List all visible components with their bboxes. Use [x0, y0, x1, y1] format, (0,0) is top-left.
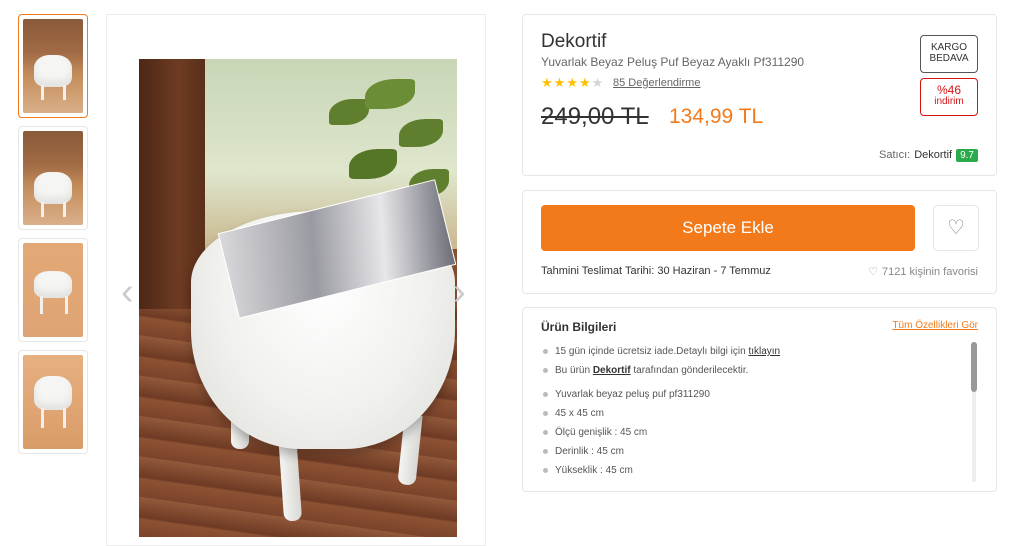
badge-line: BEDAVA — [929, 53, 969, 64]
product-header-card: Dekortif Yuvarlak Beyaz Peluş Puf Beyaz … — [522, 14, 997, 176]
purchase-card: Sepete Ekle ♡ Tahmini Teslimat Tarihi: 3… — [522, 190, 997, 294]
old-price: 249,00 TL — [541, 103, 649, 130]
rating-stars: ★★★★★ — [541, 75, 604, 91]
seller-brand-link[interactable]: Dekortif — [593, 365, 631, 376]
thumbnail-image — [23, 131, 83, 225]
seller-label: Satıcı: — [879, 149, 911, 161]
seller-info: Satıcı: Dekortif 9.7 — [879, 149, 978, 162]
list-item: Ölçü genişlik : 45 cm — [541, 423, 961, 442]
reviews-link[interactable]: 85 Değerlendirme — [613, 77, 700, 89]
heart-icon: ♡ — [947, 217, 965, 239]
return-text: 15 gün içinde ücretsiz iade.Detaylı bilg… — [555, 346, 749, 357]
seller-text: Bu ürün — [555, 365, 593, 376]
discount-label: indirim — [934, 96, 964, 107]
thumbnail-2[interactable] — [18, 126, 88, 230]
product-main-image — [139, 59, 457, 537]
star-icon: ★ — [553, 75, 567, 90]
discount-badge: %46 indirim — [920, 78, 978, 116]
list-item: Derinlik : 45 cm — [541, 442, 961, 461]
free-shipping-badge: KARGO BEDAVA — [920, 35, 978, 73]
star-icon: ★ — [566, 75, 579, 90]
thumbnail-image — [23, 355, 83, 449]
thumbnail-4[interactable] — [18, 350, 88, 454]
favorite-count: ♡ 7121 kişinin favorisi — [868, 265, 978, 278]
discount-percent: %46 — [936, 83, 962, 97]
thumbnail-1[interactable] — [18, 14, 88, 118]
seller-name[interactable]: Dekortif — [914, 149, 952, 161]
thumbnail-image — [23, 243, 83, 337]
all-features-link[interactable]: Tüm Özellikleri Gör — [892, 320, 978, 331]
prev-image-arrow[interactable]: ‹ — [121, 273, 134, 311]
info-title: Ürün Bilgileri — [541, 320, 617, 334]
list-item: Yuvarlak beyaz peluş puf pf311290 — [541, 385, 961, 404]
thumbnail-image — [23, 19, 83, 113]
seller-score-badge: 9.7 — [956, 149, 978, 162]
new-price: 134,99 TL — [669, 105, 764, 128]
star-icon: ★ — [578, 75, 592, 90]
star-icon: ★ — [591, 75, 605, 90]
next-image-arrow[interactable]: › — [453, 273, 466, 311]
badge-line: KARGO — [930, 42, 968, 53]
list-item: 15 gün içinde ücretsiz iade.Detaylı bilg… — [541, 342, 961, 361]
list-item: Yükseklik : 45 cm — [541, 461, 961, 480]
list-item: Bu ürün Dekortif tarafından gönderilecek… — [541, 361, 961, 380]
list-item: 45 x 45 cm — [541, 404, 961, 423]
favorite-button[interactable]: ♡ — [933, 205, 979, 251]
thumbnail-list — [18, 14, 90, 462]
heart-icon: ♡ — [868, 266, 878, 278]
add-to-cart-button[interactable]: Sepete Ekle — [541, 205, 915, 251]
favorite-count-text: 7121 kişinin favorisi — [882, 266, 978, 278]
main-image-container: ‹ › — [106, 14, 486, 546]
info-scrollbar[interactable] — [971, 342, 977, 482]
delivery-estimate: Tahmini Teslimat Tarihi: 30 Haziran - 7 … — [541, 265, 771, 277]
product-info-card: Ürün Bilgileri Tüm Özellikleri Gör 15 gü… — [522, 307, 997, 492]
return-info-link[interactable]: tıklayın — [748, 346, 780, 357]
scrollbar-thumb[interactable] — [971, 342, 977, 392]
brand-name[interactable]: Dekortif — [541, 31, 606, 53]
seller-text: tarafından gönderilecektir. — [630, 365, 749, 376]
product-title: Yuvarlak Beyaz Peluş Puf Beyaz Ayaklı Pf… — [541, 55, 805, 69]
thumbnail-3[interactable] — [18, 238, 88, 342]
star-icon: ★ — [541, 75, 554, 90]
info-list: 15 gün içinde ücretsiz iade.Detaylı bilg… — [541, 342, 961, 480]
